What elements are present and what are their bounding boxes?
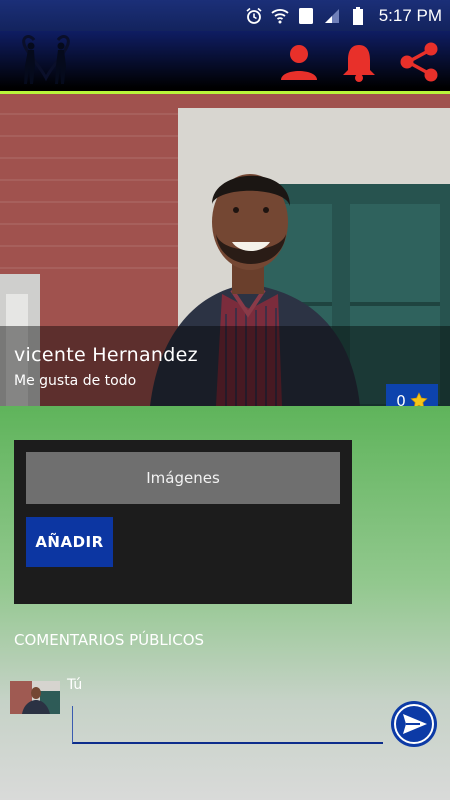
alarm-icon bbox=[245, 7, 263, 25]
star-rating-badge[interactable]: 0 bbox=[386, 384, 438, 406]
images-card: Imágenes AÑADIR bbox=[14, 440, 352, 604]
profile-status: Me gusta de todo bbox=[14, 373, 137, 389]
sim-icon bbox=[297, 7, 315, 25]
signal-icon bbox=[323, 7, 341, 25]
bell-icon bbox=[343, 45, 375, 82]
battery-icon bbox=[349, 7, 367, 25]
status-bar: 5:17 PM bbox=[0, 0, 450, 31]
share-icon bbox=[400, 42, 438, 82]
profile-name: vicente Hernandez bbox=[14, 344, 198, 366]
profile-content: Imágenes AÑADIR COMENTARIOS PÚBLICOS Tú bbox=[0, 406, 450, 800]
comments-title: COMENTARIOS PÚBLICOS bbox=[14, 631, 205, 649]
comment-input[interactable] bbox=[72, 706, 383, 744]
status-icons: 5:17 PM bbox=[245, 4, 442, 28]
app-bar bbox=[0, 31, 450, 91]
comment-author-label: Tú bbox=[67, 677, 83, 693]
couple-heart-logo[interactable] bbox=[20, 32, 72, 88]
share-button[interactable] bbox=[396, 39, 442, 85]
profile-cover: vicente Hernandez Me gusta de todo 0 bbox=[0, 94, 450, 406]
profile-button[interactable] bbox=[276, 39, 322, 85]
profile-icon bbox=[281, 45, 317, 80]
star-icon bbox=[410, 392, 428, 406]
notifications-button[interactable] bbox=[336, 39, 382, 85]
profile-caption-overlay bbox=[0, 326, 450, 406]
send-icon bbox=[391, 701, 437, 747]
star-count: 0 bbox=[396, 392, 406, 406]
images-button[interactable]: Imágenes bbox=[26, 452, 340, 504]
send-button[interactable] bbox=[390, 700, 438, 748]
avatar bbox=[10, 681, 60, 714]
add-image-button[interactable]: AÑADIR bbox=[26, 517, 113, 567]
status-time: 5:17 PM bbox=[378, 6, 442, 25]
wifi-icon bbox=[271, 7, 289, 25]
